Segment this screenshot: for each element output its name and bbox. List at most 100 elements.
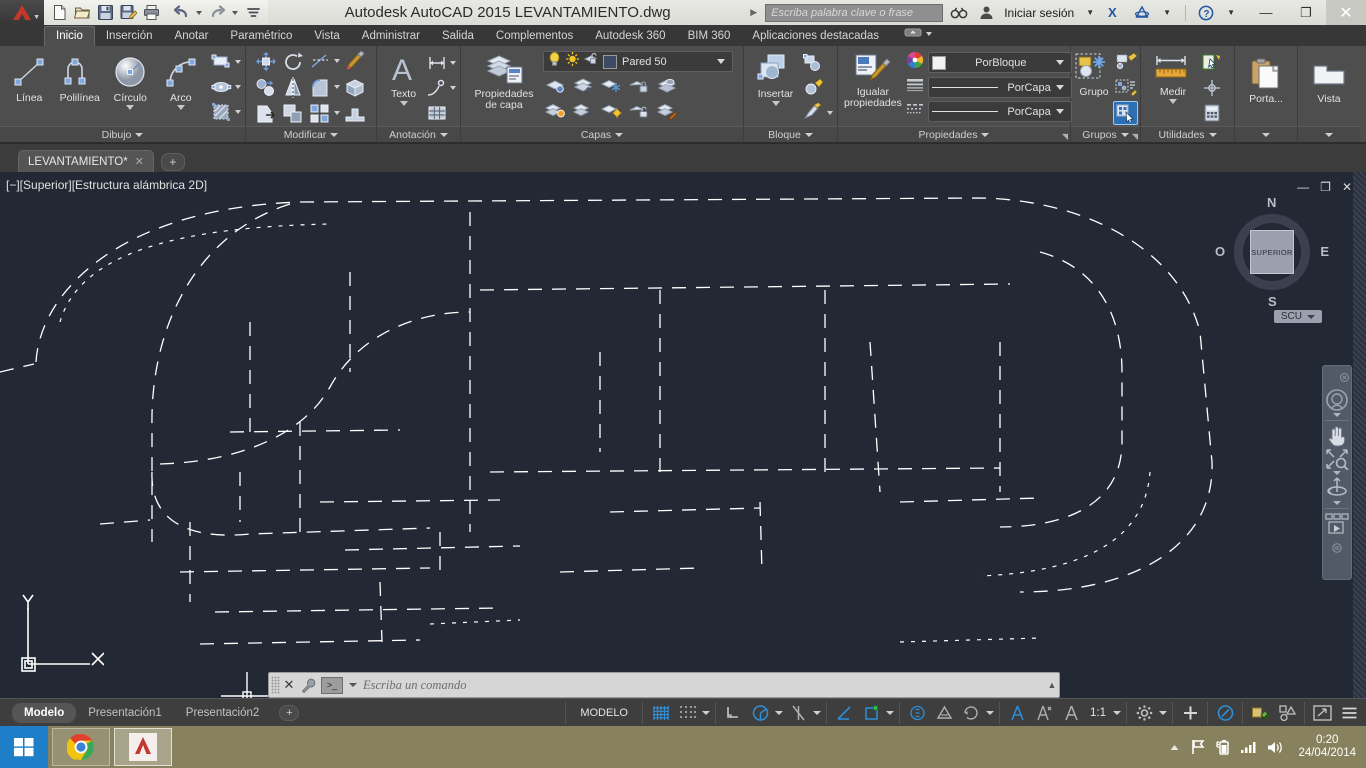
dimension-icon[interactable] xyxy=(424,51,449,75)
line-button[interactable]: Línea xyxy=(4,49,55,104)
help-dropdown-icon[interactable]: ▼ xyxy=(1222,8,1240,17)
array-dropdown-icon[interactable] xyxy=(334,111,340,115)
array-icon[interactable] xyxy=(307,101,332,125)
define-attribute-dropdown-icon[interactable] xyxy=(827,111,833,115)
new-layout-button[interactable]: + xyxy=(279,704,300,721)
circle-button[interactable]: Círculo xyxy=(105,49,156,110)
chrome-taskbar-item[interactable] xyxy=(52,728,110,766)
selection-cycling-toggle[interactable] xyxy=(959,702,983,724)
arc-button[interactable]: Arco xyxy=(156,49,207,110)
measure-button[interactable]: Medir xyxy=(1147,49,1199,104)
hatch-icon[interactable] xyxy=(209,100,234,124)
copy-icon[interactable] xyxy=(253,75,278,99)
taskbar-clock[interactable]: 0:20 24/04/2014 xyxy=(1292,734,1356,760)
tab-aplicaciones-destacadas[interactable]: Aplicaciones destacadas xyxy=(741,27,890,46)
command-line-grip[interactable] xyxy=(271,676,280,694)
model-space-button[interactable]: MODELO xyxy=(571,707,637,719)
exchange-apps-icon[interactable]: X xyxy=(1104,2,1126,24)
lineweight-combo-chevron-down-icon[interactable] xyxy=(1055,85,1064,90)
view-cube[interactable]: SUPERIOR N S E O xyxy=(1215,195,1329,309)
object-snap-dropdown-icon[interactable] xyxy=(886,710,894,715)
autocad-taskbar-item[interactable] xyxy=(114,728,172,766)
steering-wheel-dropdown-icon[interactable] xyxy=(1333,413,1341,417)
view-cube-face[interactable]: SUPERIOR xyxy=(1250,230,1294,274)
tab-autodesk-360[interactable]: Autodesk 360 xyxy=(584,27,676,46)
linetype-icon[interactable] xyxy=(906,101,924,122)
selection-cycling-dropdown-icon[interactable] xyxy=(986,710,994,715)
panel-bloque-title[interactable]: Bloque xyxy=(744,126,837,142)
new-file-tab-button[interactable]: + xyxy=(160,153,185,171)
hatch-dropdown-icon[interactable] xyxy=(235,110,241,114)
panel-vista-expand-icon[interactable] xyxy=(1325,132,1333,137)
panel-anotacion-expand-icon[interactable] xyxy=(439,132,448,137)
insert-block-button[interactable]: Insertar xyxy=(750,49,801,106)
dimension-dropdown-icon[interactable] xyxy=(450,61,456,65)
array-3d-icon[interactable] xyxy=(342,75,367,99)
plot-button[interactable] xyxy=(140,2,162,24)
redo-button[interactable] xyxy=(206,2,228,24)
lineweight-icon[interactable] xyxy=(906,77,924,98)
save-as-button[interactable] xyxy=(117,2,139,24)
file-tab-close-icon[interactable]: ✕ xyxy=(135,155,144,168)
minimize-button[interactable]: — xyxy=(1246,0,1286,25)
layout-tab-presentacion2[interactable]: Presentación2 xyxy=(174,703,272,723)
sign-in-label[interactable]: Iniciar sesión xyxy=(1002,6,1076,20)
move-icon[interactable] xyxy=(253,49,278,73)
drawing-canvas[interactable]: [−][Superior][Estructura alámbrica 2D] —… xyxy=(0,172,1366,698)
ribbon-minimize-dropdown-icon[interactable] xyxy=(926,32,933,36)
annotation-scale-sync-toggle[interactable] xyxy=(1059,702,1083,724)
tab-vista[interactable]: Vista xyxy=(303,27,350,46)
navbar-close-icon[interactable] xyxy=(1340,369,1349,387)
match-properties-button[interactable]: Igualar propiedades xyxy=(844,49,902,109)
panel-dibujo-title[interactable]: Dibujo xyxy=(0,126,245,142)
linetype-combo[interactable]: PorCapa xyxy=(927,101,1072,122)
color-combo[interactable]: PorBloque xyxy=(927,52,1072,73)
calculator-icon[interactable] xyxy=(1199,101,1224,125)
maximize-button[interactable]: ❐ xyxy=(1286,0,1326,25)
command-history-dropdown-icon[interactable] xyxy=(349,683,357,687)
tab-inicio[interactable]: Inicio xyxy=(44,26,95,46)
search-expand-arrow[interactable]: ▶ xyxy=(747,7,760,18)
color-wheel-icon[interactable] xyxy=(906,51,924,74)
panel-utilidades-title[interactable]: Utilidades xyxy=(1141,126,1234,142)
layer-make-current-icon[interactable] xyxy=(543,75,568,99)
ungroup-icon[interactable] xyxy=(1113,51,1138,75)
search-input[interactable]: Escriba palabra clave o frase xyxy=(765,3,944,22)
lineweight-toggle[interactable] xyxy=(905,702,929,724)
layout-tab-modelo[interactable]: Modelo xyxy=(12,702,77,723)
layer-combo-chevron-down-icon[interactable] xyxy=(717,59,725,64)
create-block-icon[interactable] xyxy=(801,51,826,75)
insert-block-dropdown-icon[interactable] xyxy=(771,101,780,106)
layer-previous-icon[interactable] xyxy=(571,75,596,99)
layer-unlock-icon[interactable] xyxy=(627,100,652,124)
autodesk-360-dropdown-icon[interactable]: ▼ xyxy=(1158,8,1176,17)
new-file-button[interactable] xyxy=(48,2,70,24)
redo-dropdown[interactable] xyxy=(229,2,241,24)
graphics-performance-icon[interactable] xyxy=(1275,702,1299,724)
add-tools-icon[interactable] xyxy=(1178,702,1202,724)
tab-bim-360[interactable]: BIM 360 xyxy=(677,27,742,46)
autodesk-360-icon[interactable] xyxy=(1131,2,1153,24)
undo-button[interactable] xyxy=(170,2,192,24)
battery-icon[interactable] xyxy=(1215,739,1231,755)
panel-grupos-title[interactable]: Grupos xyxy=(1071,126,1140,142)
sign-in-dropdown-icon[interactable]: ▼ xyxy=(1081,8,1099,17)
orbit-icon[interactable] xyxy=(1324,476,1350,505)
grid-display-toggle[interactable] xyxy=(648,702,672,724)
ellipse-icon[interactable] xyxy=(209,75,234,99)
view-cube-north-label[interactable]: N xyxy=(1267,195,1276,210)
panel-propiedades-dialog-launcher[interactable]: ◥ xyxy=(1062,132,1068,141)
isolate-objects-icon[interactable] xyxy=(1248,702,1272,724)
panel-propiedades-expand-icon[interactable] xyxy=(981,132,990,137)
trim-icon[interactable] xyxy=(307,49,332,73)
annotation-scale-value[interactable]: 1:1 xyxy=(1086,707,1110,719)
group-selection-toggle-icon[interactable] xyxy=(1113,101,1138,125)
isometric-draft-dropdown-icon[interactable] xyxy=(813,710,821,715)
canvas-scroll-strip[interactable] xyxy=(1353,172,1366,698)
undo-dropdown[interactable] xyxy=(193,2,205,24)
group-button[interactable]: Grupo xyxy=(1075,49,1113,98)
circle-dropdown-icon[interactable] xyxy=(126,105,135,110)
layer-match-icon[interactable] xyxy=(571,100,596,124)
open-file-button[interactable] xyxy=(71,2,93,24)
pan-hand-icon[interactable] xyxy=(1324,424,1350,447)
